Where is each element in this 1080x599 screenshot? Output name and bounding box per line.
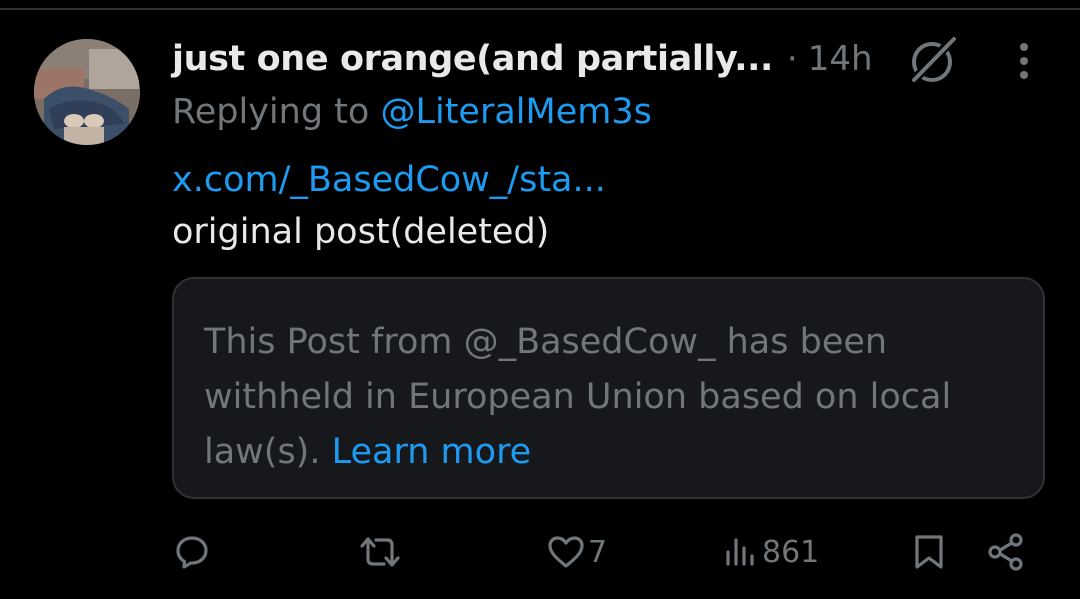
post-header: just one orange(and partially... · 14h [172,34,873,84]
bookmark-icon [912,533,946,571]
avatar[interactable] [34,39,140,145]
separator-dot: · [786,39,798,79]
views-button[interactable]: 861 [724,524,819,580]
post-text: original post(deleted) [172,212,550,252]
timestamp[interactable]: 14h [808,39,873,79]
display-name[interactable]: just one orange(and partially... [172,39,773,79]
withheld-notice: This Post from @_BasedCow_ has been with… [204,315,1013,480]
top-divider [0,8,1080,10]
post-link[interactable]: x.com/_BasedCow_/sta... [172,160,606,200]
share-button[interactable] [986,524,1026,580]
like-count: 7 [588,534,608,570]
heart-icon [546,534,586,570]
like-button[interactable]: 7 [546,524,607,580]
views-icon [724,534,760,570]
action-bar: 7 861 [0,524,1080,580]
repost-icon [358,534,402,570]
grok-icon[interactable] [904,34,960,86]
learn-more-link[interactable]: Learn more [332,432,532,472]
replying-to: Replying to @LiteralMem3s [172,92,652,132]
withheld-notice-card: This Post from @_BasedCow_ has been with… [172,277,1045,499]
share-icon [986,533,1026,571]
repost-button[interactable] [358,524,402,580]
more-icon[interactable] [1010,40,1038,82]
views-count: 861 [762,534,820,570]
replying-to-handle[interactable]: @LiteralMem3s [380,92,651,132]
withheld-message: This Post from @_BasedCow_ has been with… [204,322,952,472]
bookmark-button[interactable] [912,524,946,580]
reply-button[interactable] [174,524,210,580]
replying-to-label: Replying to [172,92,370,132]
reply-icon [174,534,210,570]
